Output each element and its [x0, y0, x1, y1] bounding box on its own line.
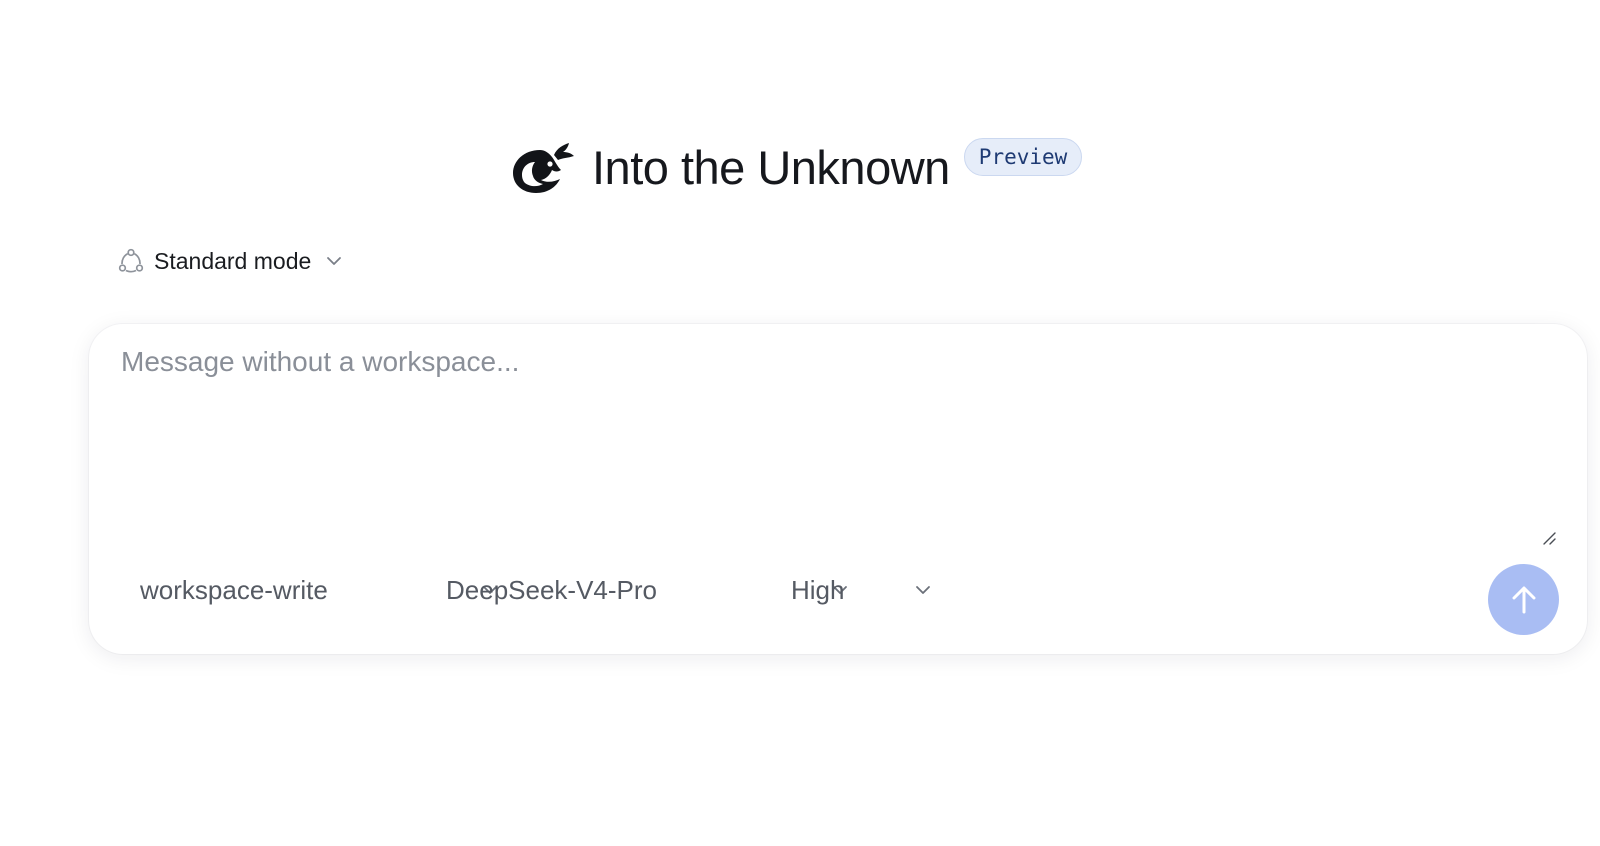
- page: Into the Unknown Preview Standard mode M…: [0, 0, 1600, 846]
- composer-selectors: workspace-write DeepSeek-V4-Pro High: [89, 570, 1089, 610]
- effort-select-label: High: [791, 574, 845, 605]
- message-input[interactable]: [121, 346, 1531, 536]
- nodes-cycle-icon: [118, 248, 144, 274]
- send-button[interactable]: [1488, 564, 1559, 635]
- page-title: Into the Unknown: [592, 141, 950, 194]
- mode-label: Standard mode: [154, 247, 312, 274]
- model-select[interactable]: DeepSeek-V4-Pro: [446, 570, 847, 610]
- sandbox-select[interactable]: workspace-write: [140, 570, 497, 610]
- mode-selector[interactable]: Standard mode: [118, 244, 345, 278]
- composer-card: workspace-write DeepSeek-V4-Pro High: [89, 324, 1587, 654]
- header-inner: Into the Unknown Preview: [510, 136, 1083, 200]
- chevron-down-icon: [912, 579, 934, 601]
- model-select-label: DeepSeek-V4-Pro: [446, 574, 657, 605]
- arrow-up-icon: [1512, 586, 1535, 613]
- sandbox-select-label: workspace-write: [140, 574, 328, 605]
- effort-select[interactable]: High: [791, 570, 930, 610]
- whale-logo-icon: [510, 142, 576, 194]
- preview-badge: Preview: [963, 138, 1083, 176]
- header: Into the Unknown Preview: [0, 136, 1600, 200]
- resize-handle-icon[interactable]: [1541, 530, 1557, 546]
- chevron-down-icon: [323, 250, 345, 272]
